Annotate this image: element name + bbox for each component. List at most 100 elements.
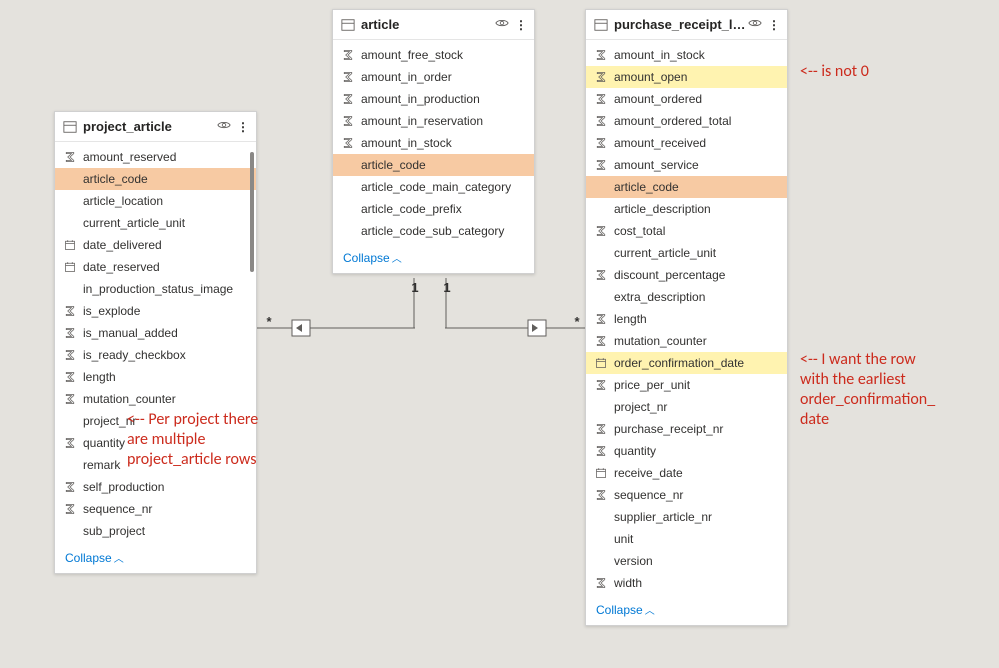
field-row[interactable]: amount_in_reservation — [333, 110, 534, 132]
field-label: remark — [83, 458, 120, 472]
collapse-button[interactable]: Collapse︿ — [55, 544, 256, 573]
field-row[interactable]: article_code_sub_category — [333, 220, 534, 242]
table-icon — [341, 18, 355, 32]
field-row[interactable]: amount_reserved — [55, 146, 256, 168]
collapse-button[interactable]: Collapse︿ — [586, 596, 787, 625]
field-row[interactable]: amount_in_order — [333, 66, 534, 88]
field-row[interactable]: amount_ordered_total — [586, 110, 787, 132]
field-label: version — [614, 554, 653, 568]
field-row[interactable]: amount_open — [586, 66, 787, 88]
field-row[interactable]: amount_in_production — [333, 88, 534, 110]
field-row[interactable]: length — [586, 308, 787, 330]
field-row[interactable]: sequence_nr — [586, 484, 787, 506]
field-label: sub_project — [83, 524, 145, 538]
field-row[interactable]: current_article_unit — [55, 212, 256, 234]
field-row[interactable]: unit — [586, 528, 787, 550]
field-label: unit — [614, 532, 633, 546]
blank-icon — [63, 194, 77, 208]
field-row[interactable]: amount_free_stock — [333, 44, 534, 66]
sum-icon — [594, 422, 608, 436]
blank-icon — [341, 202, 355, 216]
field-label: amount_received — [614, 136, 706, 150]
field-row[interactable]: sequence_nr — [55, 498, 256, 520]
field-row[interactable]: quantity — [586, 440, 787, 462]
sum-icon — [341, 70, 355, 84]
field-row[interactable]: self_production — [55, 476, 256, 498]
field-label: article_location — [83, 194, 163, 208]
field-row[interactable]: sub_project — [55, 520, 256, 542]
sum-icon — [594, 488, 608, 502]
field-label: article_code — [614, 180, 679, 194]
annotation-order-confirmation-date: <-- I want the row with the earliest ord… — [800, 350, 935, 430]
more-icon[interactable]: ⋮ — [237, 120, 248, 134]
field-row[interactable]: purchase_receipt_nr — [586, 418, 787, 440]
field-row[interactable]: project_nr — [586, 396, 787, 418]
blank-icon — [63, 524, 77, 538]
field-row[interactable]: supplier_article_nr — [586, 506, 787, 528]
field-row[interactable]: mutation_counter — [586, 330, 787, 352]
more-icon[interactable]: ⋮ — [768, 18, 779, 32]
field-row[interactable]: article_code — [586, 176, 787, 198]
field-label: date_delivered — [83, 238, 162, 252]
field-row[interactable]: extra_description — [586, 286, 787, 308]
field-row[interactable]: is_manual_added — [55, 322, 256, 344]
field-label: amount_in_stock — [614, 48, 705, 62]
field-list: amount_in_stockamount_openamount_ordered… — [586, 40, 787, 596]
field-row[interactable]: article_code — [55, 168, 256, 190]
field-row[interactable]: amount_in_stock — [333, 132, 534, 154]
field-label: discount_percentage — [614, 268, 725, 282]
visibility-icon[interactable] — [217, 118, 231, 135]
table-project-article[interactable]: project_article ⋮ amount_reservedarticle… — [54, 111, 257, 574]
field-label: receive_date — [614, 466, 683, 480]
scrollbar[interactable] — [250, 152, 254, 272]
table-article[interactable]: article ⋮ amount_free_stockamount_in_ord… — [332, 9, 535, 274]
field-row[interactable]: order_confirmation_date — [586, 352, 787, 374]
blank-icon — [594, 532, 608, 546]
field-label: sequence_nr — [614, 488, 683, 502]
field-row[interactable]: amount_received — [586, 132, 787, 154]
field-row[interactable]: article_code_main_category — [333, 176, 534, 198]
field-row[interactable]: date_reserved — [55, 256, 256, 278]
field-row[interactable]: article_code — [333, 154, 534, 176]
field-label: length — [83, 370, 116, 384]
field-row[interactable]: width — [586, 572, 787, 594]
field-label: article_code_main_category — [361, 180, 511, 194]
blank-icon — [594, 554, 608, 568]
sum-icon — [63, 348, 77, 362]
visibility-icon[interactable] — [495, 16, 509, 33]
table-purchase-receipt-line[interactable]: purchase_receipt_line ⋮ amount_in_stocka… — [585, 9, 788, 626]
field-list: amount_reserved article_code article_locat… — [55, 142, 256, 544]
field-row[interactable]: mutation_counter — [55, 388, 256, 410]
field-row[interactable]: amount_service — [586, 154, 787, 176]
field-row[interactable]: article_description — [586, 198, 787, 220]
field-row[interactable]: in_production_status_image — [55, 278, 256, 300]
visibility-icon[interactable] — [748, 16, 762, 33]
sum-icon — [594, 92, 608, 106]
sum-icon — [594, 576, 608, 590]
field-row[interactable]: article_code_prefix — [333, 198, 534, 220]
field-row[interactable]: version — [586, 550, 787, 572]
blank-icon — [594, 400, 608, 414]
field-row[interactable]: discount_percentage — [586, 264, 787, 286]
field-label: amount_reserved — [83, 150, 176, 164]
field-row[interactable]: price_per_unit — [586, 374, 787, 396]
field-row[interactable]: cost_total — [586, 220, 787, 242]
field-row[interactable]: is_explode — [55, 300, 256, 322]
blank-icon — [594, 180, 608, 194]
calendar-icon — [594, 356, 608, 370]
field-row[interactable]: amount_ordered — [586, 88, 787, 110]
field-row[interactable]: is_ready_checkbox — [55, 344, 256, 366]
field-row[interactable]: amount_in_stock — [586, 44, 787, 66]
field-row[interactable]: article_location — [55, 190, 256, 212]
collapse-button[interactable]: Collapse︿ — [333, 244, 534, 273]
field-label: project_nr — [614, 400, 667, 414]
sum-icon — [594, 114, 608, 128]
table-header: project_article ⋮ — [55, 112, 256, 142]
field-row[interactable]: current_article_unit — [586, 242, 787, 264]
field-row[interactable]: date_delivered — [55, 234, 256, 256]
more-icon[interactable]: ⋮ — [515, 18, 526, 32]
sum-icon — [63, 304, 77, 318]
field-row[interactable]: length — [55, 366, 256, 388]
relationship-right — [450, 320, 585, 336]
field-row[interactable]: receive_date — [586, 462, 787, 484]
